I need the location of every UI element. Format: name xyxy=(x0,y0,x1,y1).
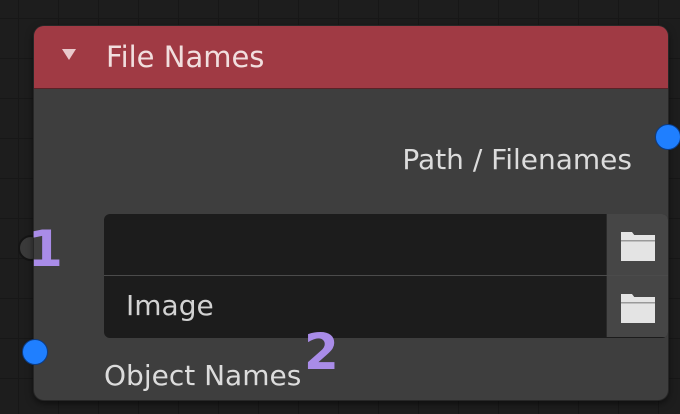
path-row xyxy=(104,214,668,275)
browse-button[interactable] xyxy=(606,214,668,275)
input-label-object-names: Object Names xyxy=(104,359,302,392)
annotation-marker-2: 2 xyxy=(304,323,339,381)
path-filenames-output-socket[interactable] xyxy=(655,124,680,150)
file-names-node[interactable]: File Names Path / Filenames Image Object… xyxy=(34,26,668,400)
path-field[interactable]: Image xyxy=(126,290,214,322)
node-title: File Names xyxy=(106,40,265,74)
path-list: Image xyxy=(104,214,668,338)
annotation-marker-1: 1 xyxy=(28,220,63,278)
browse-button[interactable] xyxy=(606,276,668,337)
output-label-path-filenames: Path / Filenames xyxy=(402,143,632,176)
collapse-triangle-icon[interactable] xyxy=(62,49,76,60)
folder-icon xyxy=(621,294,655,323)
path-row: Image xyxy=(104,276,668,337)
object-names-input-socket[interactable] xyxy=(22,339,48,365)
folder-icon xyxy=(621,232,655,261)
node-header[interactable]: File Names xyxy=(34,26,668,89)
